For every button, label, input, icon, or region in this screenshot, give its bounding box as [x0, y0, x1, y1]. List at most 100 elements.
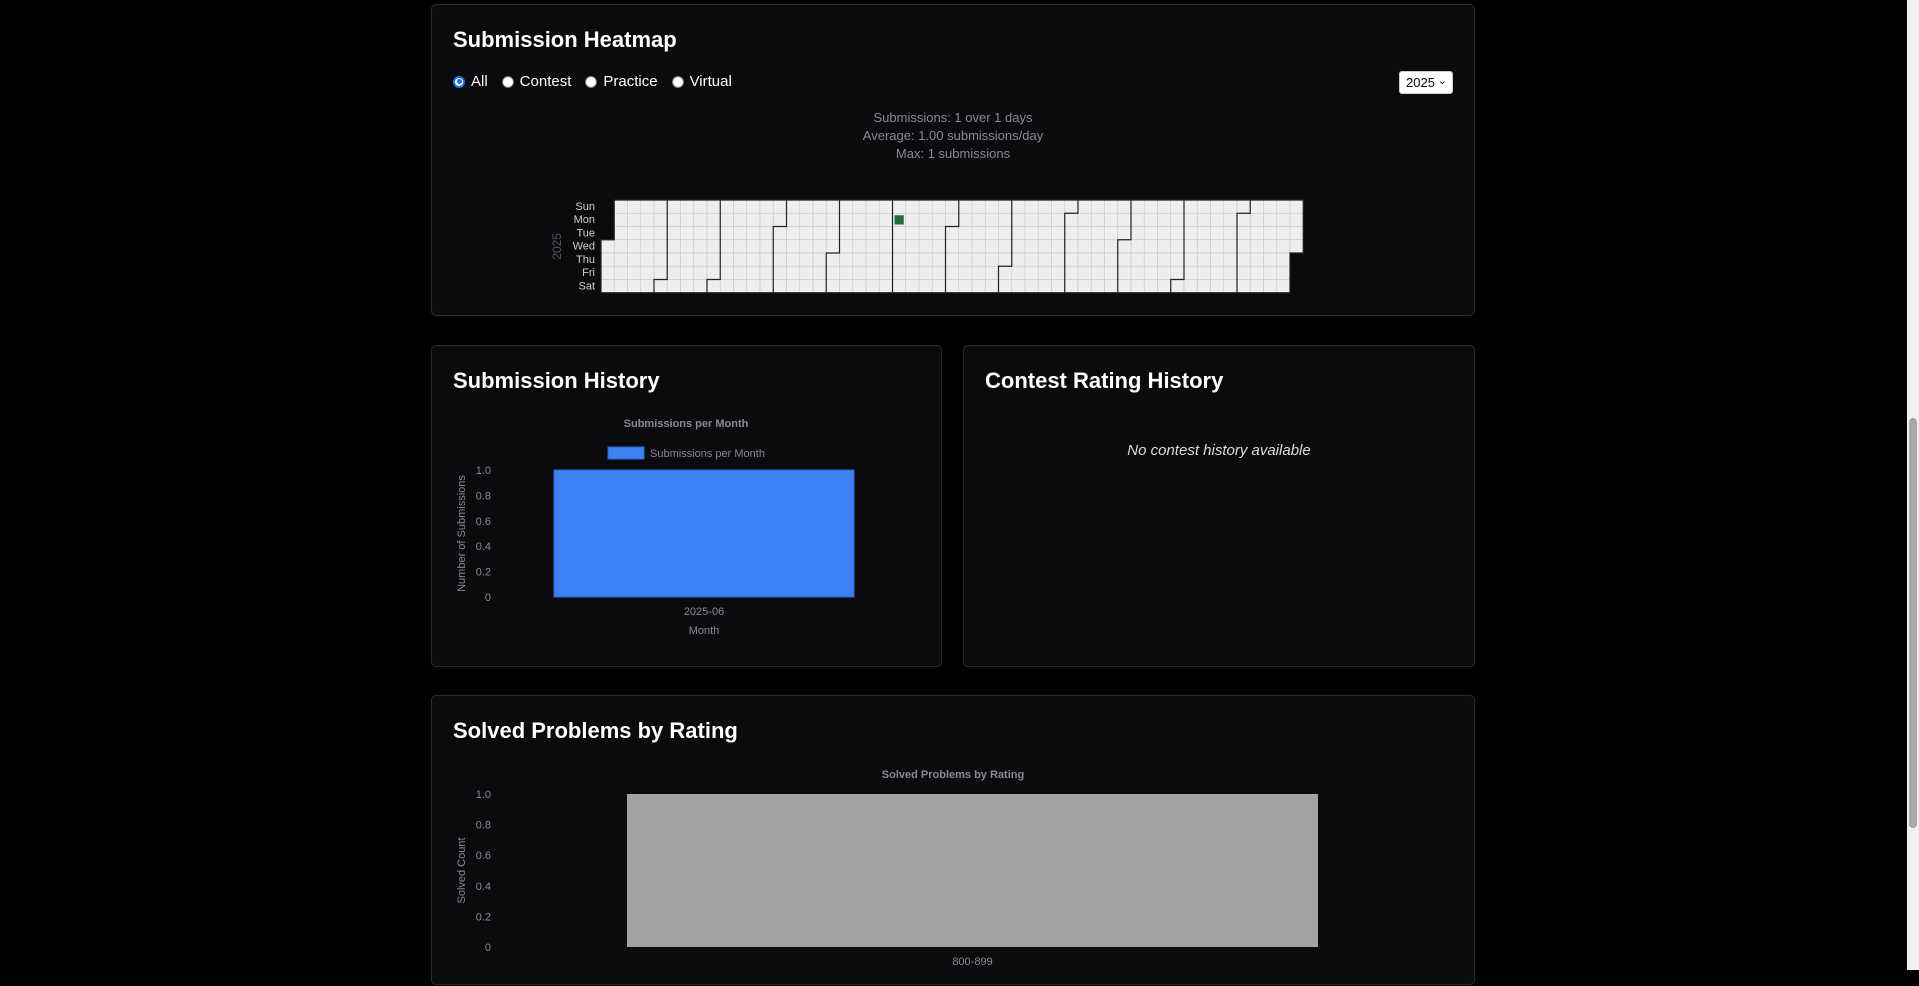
heatmap-cell: [733, 239, 748, 254]
heatmap-cell: [653, 212, 668, 227]
page-scrollbar[interactable]: [1907, 0, 1919, 970]
heatmap-cell: [865, 226, 880, 241]
chart-title: Submissions per Month: [624, 418, 749, 430]
heatmap-cell: [812, 239, 827, 254]
heatmap-cell: [865, 265, 880, 280]
heatmap-cell: [1289, 212, 1304, 227]
contest-rating-history-card: Contest Rating History No contest histor…: [963, 345, 1475, 667]
bar: [627, 794, 1318, 947]
heatmap-cell: [786, 212, 801, 227]
heatmap-cell: [905, 279, 920, 294]
heatmap-cell: [1143, 199, 1158, 214]
heatmap-cell: [918, 226, 933, 241]
heatmap-cell: [1037, 279, 1052, 294]
heatmap-cell: [945, 252, 960, 267]
heatmap-cell: [772, 279, 787, 294]
heatmap-cell: [1104, 226, 1119, 241]
heatmap-cell: [666, 279, 681, 294]
heatmap-cell: [865, 252, 880, 267]
day-label: Tue: [576, 227, 595, 239]
heatmap-cell: [1196, 279, 1211, 294]
heatmap-cell: [1183, 239, 1198, 254]
heatmap-cell: [733, 199, 748, 214]
heatmap-cell: [799, 252, 814, 267]
heatmap-cell: [825, 265, 840, 280]
heatmap-cell: [613, 265, 628, 280]
heatmap-cell: [1130, 239, 1145, 254]
heatmap-cell: [1210, 212, 1225, 227]
heatmap-cell: [1024, 199, 1039, 214]
heatmap-cell: [852, 279, 867, 294]
heatmap-cell: [1249, 226, 1264, 241]
heatmap-cell: [1064, 239, 1079, 254]
heatmap-cell: [852, 226, 867, 241]
heatmap-cell: [627, 212, 642, 227]
scrollbar-thumb[interactable]: [1909, 418, 1917, 828]
heatmap-cell: [1223, 239, 1238, 254]
heatmap-cell: [1090, 212, 1105, 227]
day-label: Wed: [573, 241, 595, 253]
heatmap-cell: [693, 226, 708, 241]
heatmap-cell: [892, 252, 907, 267]
heatmap-cell: [1051, 279, 1066, 294]
heatmap-cell: [1249, 265, 1264, 280]
heatmap-cell: [1077, 239, 1092, 254]
heatmap-cell: [759, 199, 774, 214]
heatmap-cell: [1064, 279, 1079, 294]
heatmap-cell: [786, 199, 801, 214]
heatmap-cell: [640, 252, 655, 267]
heatmap-cell: [1223, 279, 1238, 294]
heatmap-cell: [918, 212, 933, 227]
heatmap-cell: [1011, 279, 1026, 294]
heatmap-cell: [1183, 226, 1198, 241]
heatmap-cell: [719, 239, 734, 254]
heatmap-cell: [1037, 226, 1052, 241]
heatmap-cell: [1090, 226, 1105, 241]
heatmap-cell: [680, 199, 695, 214]
heatmap-cell: [680, 226, 695, 241]
heatmap-cell: [1130, 212, 1145, 227]
heatmap-cell: [1090, 265, 1105, 280]
heatmap-cell: [1157, 226, 1172, 241]
heatmap-cell: [786, 279, 801, 294]
heatmap-cell: [1249, 212, 1264, 227]
heatmap-cell: [839, 279, 854, 294]
heatmap-cell: [786, 239, 801, 254]
heatmap-cell: [958, 226, 973, 241]
heatmap-cell: [1170, 279, 1185, 294]
heatmap-cell: [1210, 199, 1225, 214]
heatmap-cell: [971, 199, 986, 214]
heatmap-cell: [825, 279, 840, 294]
y-tick-label: 0.8: [476, 490, 491, 502]
heatmap-cell: [693, 212, 708, 227]
heatmap-cell: [931, 226, 946, 241]
heatmap-cell: [1143, 239, 1158, 254]
heatmap-cell: [1183, 252, 1198, 267]
heatmap-cell: [1276, 239, 1291, 254]
heatmap-cell: [1117, 226, 1132, 241]
legend-swatch: [607, 446, 645, 460]
heatmap-cell: [627, 199, 642, 214]
heatmap-cell: [1090, 239, 1105, 254]
submission-history-card: Submission History Submissions per Month…: [431, 345, 942, 667]
heatmap-cell: [1157, 212, 1172, 227]
submission-heatmap-card: Submission Heatmap All Contest Practice …: [431, 4, 1475, 316]
heatmap-cell: [1024, 265, 1039, 280]
heatmap-cell: [640, 226, 655, 241]
heatmap-cell: [1117, 265, 1132, 280]
heatmap-cell: [1051, 239, 1066, 254]
heatmap-cell: [799, 199, 814, 214]
heatmap-cell: [905, 199, 920, 214]
y-tick-label: 0.6: [476, 850, 491, 862]
heatmap-cell: [1157, 279, 1172, 294]
heatmap-cell: [772, 239, 787, 254]
heatmap-cell: [998, 279, 1013, 294]
heatmap-cell: [984, 212, 999, 227]
y-axis-label: Number of Submissions: [456, 475, 468, 592]
heatmap-cell: [627, 226, 642, 241]
heatmap-cell: [812, 279, 827, 294]
heatmap-cell: [666, 212, 681, 227]
heatmap-cell: [1104, 212, 1119, 227]
heatmap-cell: [825, 212, 840, 227]
heatmap-cell: [931, 279, 946, 294]
